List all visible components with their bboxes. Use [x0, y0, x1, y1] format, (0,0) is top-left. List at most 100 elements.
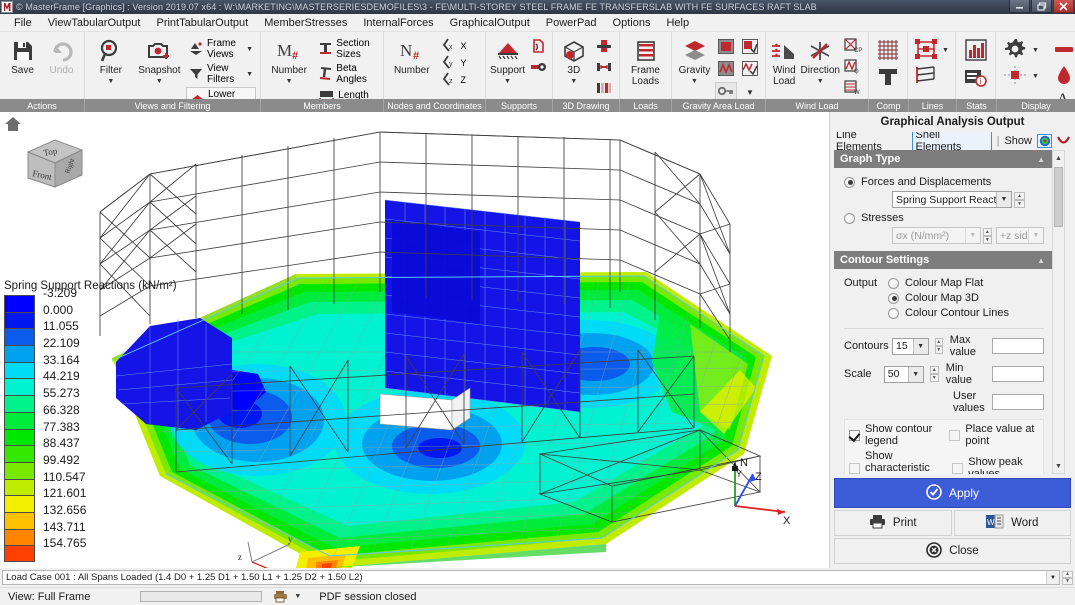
comp-tee-button[interactable]: [873, 66, 903, 90]
show-contour-legend-row[interactable]: Show contour legend: [849, 423, 943, 447]
render-transparent-button[interactable]: [593, 79, 615, 99]
chevron-down-icon[interactable]: ▼: [1046, 571, 1059, 584]
forces-quantity-combo[interactable]: Spring Support Reaction (k ▼: [892, 191, 1012, 208]
three-d-button[interactable]: 3D ▼: [557, 34, 591, 85]
render-solid-button[interactable]: [593, 37, 615, 57]
load-case-combo[interactable]: Load Case 001 : All Spans Loaded (1.4 D0…: [2, 570, 1060, 585]
scroll-down-arrow[interactable]: ▼: [1053, 459, 1064, 473]
stresses-radio[interactable]: [844, 213, 855, 224]
wind-cp-button[interactable]: CP: [842, 37, 864, 57]
frame-loads-button[interactable]: Frame Loads: [624, 34, 667, 87]
chevron-down-icon[interactable]: ▼: [817, 78, 824, 85]
chevron-down-icon[interactable]: ▼: [965, 228, 980, 243]
area-load-hatch-button[interactable]: [715, 60, 737, 80]
min-value-input[interactable]: [992, 366, 1044, 382]
scroll-thumb[interactable]: [1054, 167, 1063, 227]
chevron-down-icon[interactable]: ▼: [691, 78, 698, 85]
chevron-down-icon[interactable]: ▼: [240, 46, 253, 53]
output-option-colour-map-flat[interactable]: Colour Map Flat: [888, 277, 1009, 289]
menu-item-printtabularoutput[interactable]: PrintTabularOutput: [148, 16, 256, 30]
stress-component-combo[interactable]: σx (N/mm²) ▼: [892, 227, 981, 244]
member-number-button[interactable]: M# Number ▼: [265, 34, 313, 85]
forces-radio[interactable]: [844, 177, 855, 188]
gravity-button[interactable]: Gravity ▼: [676, 34, 713, 85]
support-settings-button[interactable]: [527, 37, 549, 57]
chevron-down-icon[interactable]: ▼: [286, 78, 293, 85]
chevron-down-icon[interactable]: ▼: [913, 339, 928, 354]
show-peak-values-row[interactable]: Show peak values: [952, 450, 1039, 474]
collapse-triangle-icon[interactable]: ▲: [1037, 155, 1045, 164]
stress-component-spinner[interactable]: ▲▼: [983, 228, 992, 244]
colour-contour-lines-radio[interactable]: [888, 308, 899, 319]
stats-info-button[interactable]: i: [961, 66, 991, 90]
undo-button[interactable]: Undo: [43, 34, 80, 77]
stresses-option[interactable]: Stresses: [844, 212, 1044, 224]
chevron-down-icon[interactable]: ▼: [156, 78, 163, 85]
show-characteristic-values-row[interactable]: Show characteristic values: [849, 450, 946, 474]
apply-button[interactable]: Apply: [834, 478, 1071, 508]
word-button[interactable]: W Word: [954, 510, 1072, 536]
stats-chart-button[interactable]: [961, 37, 991, 65]
menu-item-graphicaloutput[interactable]: GraphicalOutput: [442, 16, 538, 30]
restore-button[interactable]: [1031, 0, 1052, 13]
menu-item-file[interactable]: File: [6, 16, 40, 30]
comp-grid-button[interactable]: [873, 37, 903, 65]
wind-w-button[interactable]: W: [842, 79, 864, 99]
wind-load-button[interactable]: Wind Load: [770, 34, 799, 87]
place-value-at-point-checkbox[interactable]: [949, 430, 960, 441]
filter-button[interactable]: Filter ▼: [89, 34, 133, 85]
user-values-input[interactable]: [992, 394, 1044, 410]
area-load-check-button[interactable]: [739, 38, 761, 58]
wind-q-button[interactable]: Q: [842, 58, 864, 78]
chevron-down-icon[interactable]: ▼: [570, 78, 577, 85]
menu-item-memberstresses[interactable]: MemberStresses: [256, 16, 355, 30]
contour-eye-icon[interactable]: [1037, 134, 1052, 148]
support-restraint-button[interactable]: [527, 58, 549, 78]
show-characteristic-values-checkbox[interactable]: [849, 463, 860, 474]
section-sizes-button[interactable]: Section Sizes: [315, 37, 379, 61]
print-button[interactable]: Print: [834, 510, 952, 536]
chevron-down-icon[interactable]: ▼: [1028, 228, 1043, 243]
lines-nodes-button[interactable]: [912, 37, 940, 63]
collapse-triangle-icon[interactable]: ▲: [1037, 256, 1045, 265]
view-filters-button[interactable]: View Filters ▼: [186, 62, 256, 86]
show-contour-legend-checkbox[interactable]: [849, 430, 860, 441]
area-load-hatch-check-button[interactable]: [739, 60, 761, 80]
model-viewport[interactable]: Top Front Right: [0, 112, 829, 568]
chevron-down-icon[interactable]: ▼: [240, 71, 253, 78]
output-option-colour-contour-lines[interactable]: Colour Contour Lines: [888, 307, 1009, 319]
menu-item-options[interactable]: Options: [605, 16, 659, 30]
stress-side-combo[interactable]: +z side ▼: [996, 227, 1044, 244]
section-header-contour-settings[interactable]: Contour Settings ▲: [834, 251, 1052, 269]
coord-z-button[interactable]: z Z: [437, 71, 481, 88]
chevron-down-icon[interactable]: ▼: [504, 78, 511, 85]
coord-y-button[interactable]: y Y: [437, 54, 481, 71]
colour-map-3d-radio[interactable]: [888, 293, 899, 304]
chevron-down-icon[interactable]: ▼: [294, 593, 301, 600]
support-button[interactable]: Support ▼: [490, 34, 525, 85]
contours-combo[interactable]: 15 ▼: [892, 338, 929, 355]
lines-levels-button[interactable]: [912, 64, 940, 88]
display-crosshair-button[interactable]: [1000, 64, 1030, 88]
chevron-down-icon[interactable]: ▼: [1032, 47, 1039, 54]
menu-item-help[interactable]: Help: [658, 16, 697, 30]
max-value-input[interactable]: [992, 338, 1044, 354]
chevron-down-icon[interactable]: ▼: [996, 192, 1011, 207]
menu-item-internalforces[interactable]: InternalForces: [355, 16, 441, 30]
display-colour-button[interactable]: [1050, 64, 1075, 88]
chevron-down-icon[interactable]: ▼: [942, 47, 949, 54]
chevron-down-icon[interactable]: ▼: [1032, 73, 1039, 80]
node-number-button[interactable]: N# Number: [388, 34, 435, 77]
panel-scrollbar[interactable]: ▲ ▼: [1052, 150, 1065, 474]
area-load-panel-button[interactable]: [715, 38, 737, 58]
close-panel-button[interactable]: Close: [834, 538, 1071, 564]
colour-map-flat-radio[interactable]: [888, 278, 899, 289]
chevron-down-icon[interactable]: ▼: [107, 78, 114, 85]
scroll-up-arrow[interactable]: ▲: [1053, 151, 1064, 165]
close-button[interactable]: [1053, 0, 1074, 13]
wind-direction-button[interactable]: Direction ▼: [801, 34, 840, 85]
scale-spinner[interactable]: ▲▼: [930, 366, 939, 382]
forces-quantity-spinner[interactable]: ▲▼: [1014, 192, 1025, 208]
display-settings-button[interactable]: [1000, 37, 1030, 63]
chevron-down-icon[interactable]: ▼: [908, 367, 923, 382]
